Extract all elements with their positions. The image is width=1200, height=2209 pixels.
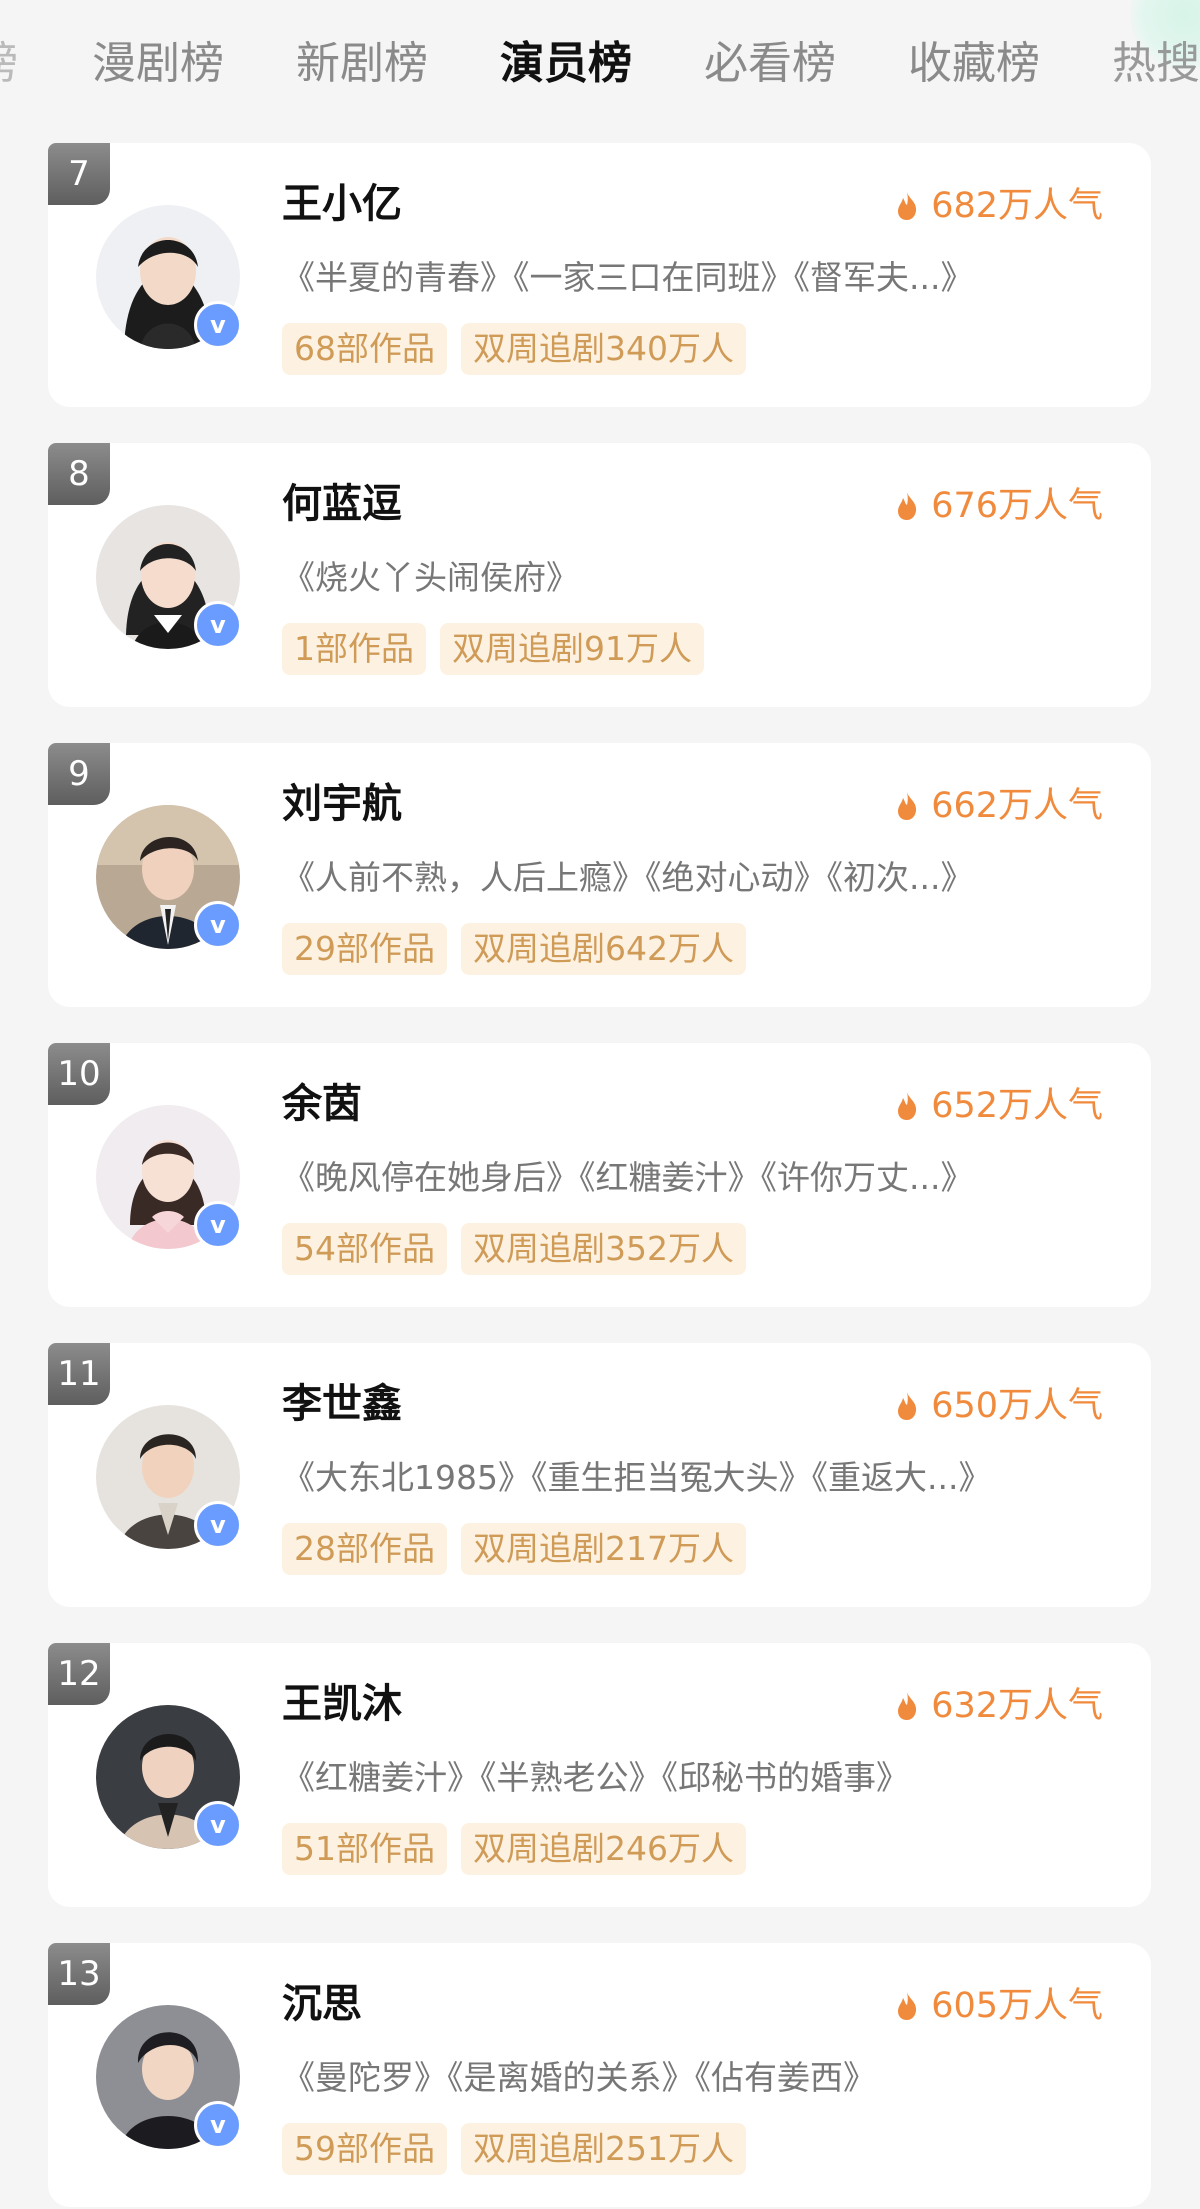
actor-card[interactable]: 7 v 王小亿 682万人气 《半夏的青春》《一家三口在同班》《督军夫...》 … <box>48 143 1151 407</box>
actor-card[interactable]: 13 v 沉思 605万人气 《曼陀罗》《是离婚的关系》《佔有姜西》 59部作品… <box>48 1943 1151 2207</box>
works-count-tag: 28部作品 <box>282 1523 447 1575</box>
works-count-tag: 29部作品 <box>282 923 447 975</box>
followers-tag: 双周追剧217万人 <box>461 1523 746 1575</box>
works-list: 《晚风停在她身后》《红糖姜汁》《许你万丈...》 <box>282 1158 974 1197</box>
actor-name[interactable]: 何蓝逗 <box>282 479 402 529</box>
flame-icon <box>898 1992 917 2020</box>
works-list: 《曼陀罗》《是离婚的关系》《佔有姜西》 <box>282 2058 876 2097</box>
flame-icon <box>898 1092 917 1120</box>
tag-row: 29部作品 双周追剧642万人 <box>282 923 746 975</box>
tab-must-watch[interactable]: 必看榜 <box>704 34 836 94</box>
popularity: 605万人气 <box>895 1983 1103 2029</box>
verified-badge-icon: v <box>194 301 242 349</box>
tag-row: 51部作品 双周追剧246万人 <box>282 1823 746 1875</box>
popularity-value: 662万人气 <box>931 786 1103 826</box>
rank-badge: 10 <box>48 1043 110 1105</box>
tag-row: 54部作品 双周追剧352万人 <box>282 1223 746 1275</box>
flame-icon <box>898 1692 917 1720</box>
tab-new-drama[interactable]: 新剧榜 <box>296 34 428 94</box>
actor-card[interactable]: 10 v 余茵 652万人气 《晚风停在她身后》《红糖姜汁》《许你万丈...》 … <box>48 1043 1151 1307</box>
flame-icon <box>898 1392 917 1420</box>
works-count-tag: 1部作品 <box>282 623 426 675</box>
works-list: 《烧火丫头闹侯府》 <box>282 558 579 597</box>
popularity-value: 605万人气 <box>931 1986 1103 2026</box>
flame-icon <box>898 492 917 520</box>
actor-name[interactable]: 余茵 <box>282 1079 362 1129</box>
tag-row: 1部作品 双周追剧91万人 <box>282 623 704 675</box>
actor-name[interactable]: 李世鑫 <box>282 1379 402 1429</box>
followers-tag: 双周追剧642万人 <box>461 923 746 975</box>
followers-tag: 双周追剧340万人 <box>461 323 746 375</box>
popularity-value: 676万人气 <box>931 486 1103 526</box>
works-count-tag: 68部作品 <box>282 323 447 375</box>
verified-badge-icon: v <box>194 1201 242 1249</box>
actor-card[interactable]: 11 v 李世鑫 650万人气 《大东北1985》《重生拒当冤大头》《重返大..… <box>48 1343 1151 1607</box>
followers-tag: 双周追剧251万人 <box>461 2123 746 2175</box>
works-list: 《红糖姜汁》《半熟老公》《邱秘书的婚事》 <box>282 1758 909 1797</box>
tab-manju[interactable]: 漫剧榜 <box>92 34 224 94</box>
ranking-tab-bar: 榜 漫剧榜 新剧榜 演员榜 必看榜 收藏榜 热搜 <box>0 0 1200 135</box>
verified-badge-icon: v <box>194 901 242 949</box>
verified-badge-icon: v <box>194 601 242 649</box>
tab-actors[interactable]: 演员榜 <box>500 34 632 94</box>
works-list: 《大东北1985》《重生拒当冤大头》《重返大...》 <box>282 1458 992 1497</box>
tag-row: 68部作品 双周追剧340万人 <box>282 323 746 375</box>
popularity-value: 652万人气 <box>931 1086 1103 1126</box>
actor-card[interactable]: 9 v 刘宇航 662万人气 《人前不熟，人后上瘾》《绝对心动》《初次...》 … <box>48 743 1151 1007</box>
actor-name[interactable]: 沉思 <box>282 1979 362 2029</box>
popularity: 662万人气 <box>895 783 1103 829</box>
works-count-tag: 51部作品 <box>282 1823 447 1875</box>
rank-badge: 12 <box>48 1643 110 1705</box>
works-count-tag: 59部作品 <box>282 2123 447 2175</box>
rank-badge: 9 <box>48 743 110 805</box>
tag-row: 59部作品 双周追剧251万人 <box>282 2123 746 2175</box>
followers-tag: 双周追剧246万人 <box>461 1823 746 1875</box>
tab-partial-left[interactable]: 榜 <box>0 34 18 94</box>
actor-name[interactable]: 王凯沐 <box>282 1679 402 1729</box>
actor-name[interactable]: 刘宇航 <box>282 779 402 829</box>
popularity: 676万人气 <box>895 483 1103 529</box>
works-list: 《半夏的青春》《一家三口在同班》《督军夫...》 <box>282 258 974 297</box>
tab-favorites[interactable]: 收藏榜 <box>908 34 1040 94</box>
popularity: 632万人气 <box>895 1683 1103 1729</box>
rank-badge: 13 <box>48 1943 110 2005</box>
works-count-tag: 54部作品 <box>282 1223 447 1275</box>
rank-badge: 11 <box>48 1343 110 1405</box>
tag-row: 28部作品 双周追剧217万人 <box>282 1523 746 1575</box>
tab-hot-search[interactable]: 热搜 <box>1112 34 1200 94</box>
popularity: 650万人气 <box>895 1383 1103 1429</box>
verified-badge-icon: v <box>194 1801 242 1849</box>
popularity: 682万人气 <box>895 183 1103 229</box>
works-list: 《人前不熟，人后上瘾》《绝对心动》《初次...》 <box>282 858 974 897</box>
verified-badge-icon: v <box>194 1501 242 1549</box>
popularity-value: 632万人气 <box>931 1686 1103 1726</box>
actor-name[interactable]: 王小亿 <box>282 179 402 229</box>
flame-icon <box>898 792 917 820</box>
popularity: 652万人气 <box>895 1083 1103 1129</box>
flame-icon <box>898 192 917 220</box>
rank-badge: 7 <box>48 143 110 205</box>
verified-badge-icon: v <box>194 2101 242 2149</box>
followers-tag: 双周追剧352万人 <box>461 1223 746 1275</box>
actor-card[interactable]: 8 v 何蓝逗 676万人气 《烧火丫头闹侯府》 1部作品 双周追剧91万人 <box>48 443 1151 707</box>
popularity-value: 682万人气 <box>931 186 1103 226</box>
popularity-value: 650万人气 <box>931 1386 1103 1426</box>
followers-tag: 双周追剧91万人 <box>440 623 704 675</box>
rank-badge: 8 <box>48 443 110 505</box>
actor-card[interactable]: 12 v 王凯沐 632万人气 《红糖姜汁》《半熟老公》《邱秘书的婚事》 51部… <box>48 1643 1151 1907</box>
